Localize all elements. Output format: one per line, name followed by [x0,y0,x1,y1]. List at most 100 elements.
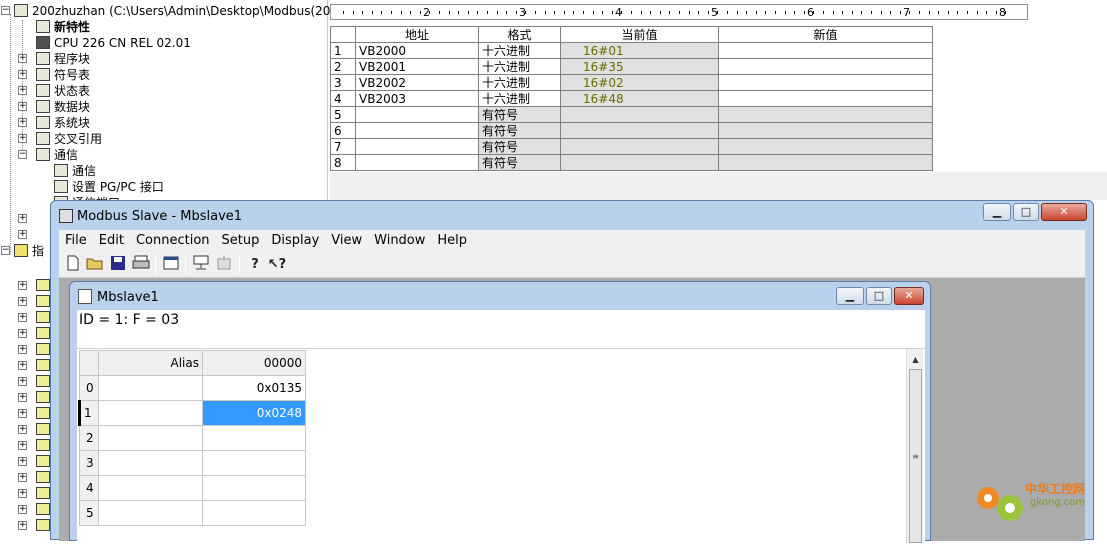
print-button[interactable] [131,255,151,275]
new-value-cell[interactable] [718,74,933,91]
register-value-cell[interactable] [202,450,306,476]
address-cell[interactable] [355,106,479,123]
address-cell[interactable]: VB2003 [355,90,479,107]
menu-file[interactable]: File [59,230,93,252]
expand-icon[interactable]: + [18,425,27,434]
tree-item-cpu[interactable]: CPU 226 CN REL 02.01 [36,35,191,51]
expand-icon[interactable]: + [18,377,27,386]
address-cell[interactable] [355,154,479,171]
window-button[interactable] [161,255,181,275]
tree-item-new-features[interactable]: 新特性 [36,19,90,35]
format-cell[interactable]: 有符号 [478,106,561,123]
window-title-bar[interactable]: Modbus Slave - Mbslave1 [59,207,242,227]
table-row[interactable]: 0 0x0135 [79,375,306,401]
child-minimize-button[interactable]: ▁ [836,287,864,305]
collapse-icon[interactable]: − [18,150,27,159]
alias-cell[interactable] [98,475,203,501]
save-button[interactable] [108,255,128,275]
disconnect-button[interactable] [214,255,234,275]
new-value-cell[interactable] [718,154,933,171]
format-cell[interactable]: 十六进制 [478,90,561,107]
expand-icon[interactable]: + [18,70,27,79]
expand-icon[interactable]: + [18,118,27,127]
expand-icon[interactable]: + [18,86,27,95]
alias-cell[interactable] [98,375,203,401]
alias-column-header[interactable]: Alias [98,350,203,376]
child-close-button[interactable]: ✕ [894,287,924,305]
expand-icon[interactable]: + [18,281,27,290]
new-file-button[interactable] [63,255,83,275]
menu-setup[interactable]: Setup [216,230,266,252]
table-row[interactable]: 2 VB2001 十六进制 16#35 [330,58,933,75]
table-row[interactable]: 4 [79,475,306,501]
format-cell[interactable]: 十六进制 [478,42,561,59]
menu-help[interactable]: Help [431,230,473,252]
column-header-address[interactable]: 地址 [355,26,479,43]
expand-icon[interactable]: + [18,441,27,450]
column-header-new-value[interactable]: 新值 [718,26,933,43]
table-row[interactable]: 7 有符号 [330,138,933,155]
menu-view[interactable]: View [325,230,368,252]
help-button[interactable]: ? [245,255,265,275]
connect-button[interactable] [191,255,211,275]
expand-icon[interactable]: + [18,297,27,306]
table-row[interactable]: 6 有符号 [330,122,933,139]
table-row[interactable]: 1 0x0248 [78,400,306,426]
maximize-button[interactable]: □ [1013,203,1039,221]
table-row[interactable]: 8 有符号 [330,154,933,171]
scroll-up-arrow-icon[interactable]: ▲ [907,351,924,368]
new-value-cell[interactable] [718,106,933,123]
menu-window[interactable]: Window [368,230,431,252]
format-cell[interactable]: 有符号 [478,138,561,155]
vertical-scrollbar[interactable]: ▲ ≡ [906,349,923,543]
register-value-cell[interactable] [202,425,306,451]
close-button[interactable]: ✕ [1041,203,1087,221]
register-value-cell[interactable] [202,500,306,526]
new-value-cell[interactable] [718,122,933,139]
new-value-cell[interactable] [718,58,933,75]
collapse-icon[interactable]: − [1,246,10,255]
expand-icon[interactable]: + [18,361,27,370]
format-cell[interactable]: 有符号 [478,122,561,139]
format-cell[interactable]: 十六进制 [478,58,561,75]
child-maximize-button[interactable]: □ [866,287,892,305]
address-cell[interactable]: VB2002 [355,74,479,91]
expand-icon[interactable]: + [18,345,27,354]
scrollbar-thumb[interactable]: ≡ [909,369,922,543]
expand-icon[interactable]: + [18,214,27,223]
table-row[interactable]: 1 VB2000 十六进制 16#01 [330,42,933,59]
expand-icon[interactable]: + [18,457,27,466]
format-cell[interactable]: 十六进制 [478,74,561,91]
register-value-cell[interactable]: 0x0135 [202,375,306,401]
column-header-format[interactable]: 格式 [478,26,561,43]
new-value-cell[interactable] [718,138,933,155]
table-row[interactable]: 3 [79,450,306,476]
minimize-button[interactable]: ▁ [983,203,1011,221]
menu-edit[interactable]: Edit [93,230,130,252]
expand-icon[interactable]: + [18,521,27,530]
open-button[interactable] [85,255,105,275]
alias-cell[interactable] [98,400,203,426]
register-value-cell[interactable] [202,475,306,501]
table-row[interactable]: 5 [79,500,306,526]
tree-item-pgpc-interface[interactable]: 设置 PG/PC 接口 [54,179,164,195]
tree-item-communication-sub[interactable]: 通信 [54,163,96,179]
address-cell[interactable]: VB2000 [355,42,479,59]
table-row[interactable]: 4 VB2003 十六进制 16#48 [330,90,933,107]
address-column-header[interactable]: 00000 [202,350,306,376]
expand-icon[interactable]: + [18,134,27,143]
expand-icon[interactable]: + [18,393,27,402]
alias-cell[interactable] [98,450,203,476]
expand-icon[interactable]: + [18,329,27,338]
table-row[interactable]: 5 有符号 [330,106,933,123]
new-value-cell[interactable] [718,90,933,107]
address-cell[interactable] [355,122,479,139]
expand-icon[interactable]: + [18,505,27,514]
child-title-bar[interactable]: Mbslave1 [78,288,159,308]
context-help-button[interactable]: ↖? [267,255,287,275]
format-cell[interactable]: 有符号 [478,154,561,171]
alias-cell[interactable] [98,500,203,526]
menu-display[interactable]: Display [265,230,325,252]
expand-icon[interactable]: + [18,230,27,239]
table-row[interactable]: 2 [79,425,306,451]
